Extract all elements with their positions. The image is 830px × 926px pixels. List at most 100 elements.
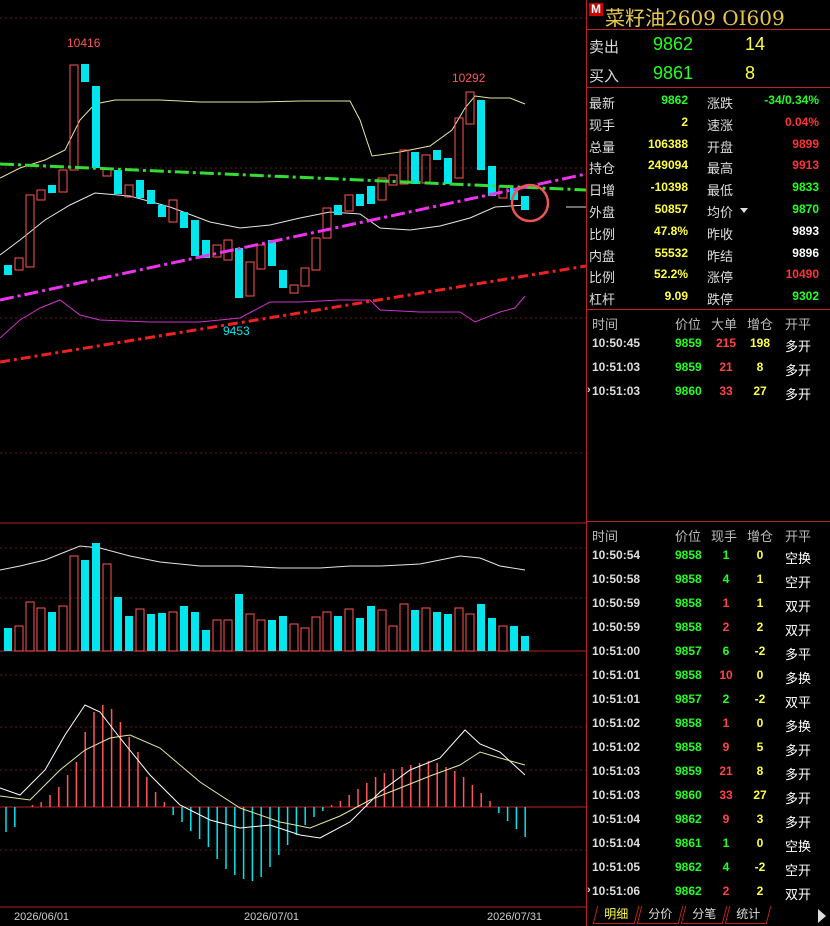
tick-header-cell: 价位 <box>675 529 702 544</box>
quote-value: 52.2% <box>653 267 688 282</box>
tick-cell: 多开 <box>785 363 812 378</box>
ask-label: 卖出 <box>589 39 620 56</box>
bid-row[interactable]: 买入 9861 8 <box>587 59 830 88</box>
quote-label: 速涨 <box>707 117 734 133</box>
kline-chart-area[interactable]: 10416 10292 9453 2026/06/01 2026/07/01 2… <box>0 0 586 926</box>
quote-value: -34/0.34% <box>764 93 819 107</box>
tick-cell: 2 <box>722 884 730 898</box>
quote-label: 现手 <box>589 117 616 133</box>
quote-label: 涨停 <box>707 270 734 286</box>
quote-label: 最新 <box>589 96 616 111</box>
tick-row[interactable]: 10:51:01 9858 10 0 多换 <box>587 664 830 688</box>
quote-value: 2 <box>681 114 688 129</box>
order-book: 卖出 9862 14 买入 9861 8 <box>587 30 830 88</box>
tab-0[interactable]: 明细 <box>592 906 640 924</box>
tick-cell: 多换 <box>785 671 812 686</box>
big-order-ticks[interactable]: 时间 价位 大单 增仓 开平 10:50:45 9859 215 198 多开 10:51:03 98… <box>587 310 830 522</box>
tick-cell: 6 <box>722 644 730 658</box>
boll-mid-line <box>0 192 526 256</box>
tick-details[interactable]: 时间 价位 现手 增仓 开平 10:50:54 9858 1 0 空换 10:50:58 9858 4 1… <box>587 522 830 904</box>
tick-cell: 10:51:00 <box>592 644 641 658</box>
tick-cell: 215 <box>715 336 737 350</box>
trendline-red[interactable] <box>0 264 586 364</box>
quote-value: 9862 <box>661 93 688 107</box>
tick-cell: 10:51:04 <box>592 812 641 826</box>
label-high-2: 10292 <box>452 71 486 85</box>
quote-label: 比例 <box>589 270 616 286</box>
quote-row: 比例 47.8% 昨收 9893 <box>587 221 829 243</box>
tick-row[interactable]: 10:51:01 9857 2 -2 双平 <box>587 688 830 712</box>
tick-header: 时间 价位 大单 增仓 开平 <box>587 310 830 332</box>
ask-row[interactable]: 卖出 9862 14 <box>587 30 830 59</box>
quote-label: 最低 <box>707 183 734 199</box>
tick-cell: 1 <box>756 572 764 586</box>
tick-row[interactable]: 10:50:59 9858 2 2 双开 <box>587 616 830 640</box>
tick-row[interactable]: 10:51:03 9860 33 27 多开 <box>587 784 830 808</box>
tick-row[interactable]: 10:51:04 9861 1 0 空换 <box>587 832 830 856</box>
tick-row[interactable]: 10:51:00 9857 6 -2 多平 <box>587 640 830 664</box>
tick-row[interactable]: 10:51:02 9858 1 0 多换 <box>587 712 830 736</box>
tick-cell: 9857 <box>675 692 702 706</box>
tick-cell: 0 <box>756 836 764 850</box>
ask-price: 9862 <box>653 34 694 54</box>
contract-title[interactable]: 菜籽油2609 OI609 <box>605 2 785 31</box>
tick-header-cell: 增仓 <box>747 317 774 332</box>
tick-cell: 9859 <box>675 360 702 374</box>
tick-row[interactable]: › 10:51:06 9862 2 2 双开 <box>587 880 830 904</box>
tick-cell: 10:51:05 <box>592 860 641 874</box>
tick-cell: 10:51:03 <box>592 360 641 374</box>
tick-cell: 9858 <box>675 596 702 610</box>
highlight-circle <box>510 183 550 223</box>
tick-cell: 2 <box>722 620 730 634</box>
tab-scroll-right-icon[interactable] <box>818 909 826 923</box>
tick-cell: 1 <box>722 836 730 850</box>
quote-stats: 最新 9862 涨跌 -34/0.34% 现手 2 速涨 0.04% 总量 106388 开盘 989… <box>587 88 830 310</box>
tick-row[interactable]: 10:50:54 9858 1 0 空换 <box>587 544 830 568</box>
tick-cell: 10:50:58 <box>592 572 641 586</box>
tick-row[interactable]: 10:50:45 9859 215 198 多开 <box>587 332 830 356</box>
tick-row[interactable]: 10:51:05 9862 4 -2 空开 <box>587 856 830 880</box>
quote-row: 总量 106388 开盘 9899 <box>587 134 829 156</box>
tick-cell: -2 <box>754 860 766 874</box>
tab-1[interactable]: 分价 <box>636 906 684 924</box>
tick-header-cell: 大单 <box>711 317 738 332</box>
quote-label: 杠杆 <box>589 292 616 308</box>
tick-cell: 10:51:03 <box>592 788 641 802</box>
tick-cell: 10:51:04 <box>592 836 641 850</box>
trendline-green[interactable] <box>0 162 586 192</box>
tick-row[interactable]: 10:51:03 9859 21 8 多开 <box>587 760 830 784</box>
caret-down-icon[interactable] <box>740 208 748 213</box>
bid-price: 9861 <box>653 63 694 83</box>
quote-value: 55532 <box>654 245 688 260</box>
tick-cell: 多开 <box>785 791 812 806</box>
tick-cell: 10 <box>719 668 733 682</box>
boll-lower-line <box>0 295 526 339</box>
tick-row[interactable]: › 10:51:03 9860 33 27 多开 <box>587 380 830 404</box>
tick-cell: 多换 <box>785 719 812 734</box>
tick-header-cell: 现手 <box>711 529 738 544</box>
tick-cell: 9862 <box>675 812 702 826</box>
tick-cell: 9860 <box>675 384 702 398</box>
tick-row[interactable]: 10:50:59 9858 1 1 双开 <box>587 592 830 616</box>
tick-row[interactable]: 10:51:04 9862 9 3 多开 <box>587 808 830 832</box>
tick-row[interactable]: 10:51:03 9859 21 8 多开 <box>587 356 830 380</box>
tick-cell: 27 <box>753 384 767 398</box>
date-label-1: 2026/06/01 <box>14 911 69 923</box>
bid-label: 买入 <box>589 68 620 85</box>
tab-3[interactable]: 统计 <box>724 906 772 924</box>
tick-cell: 10:50:59 <box>592 596 641 610</box>
volume-bars <box>4 543 529 652</box>
tick-cell: 空开 <box>785 863 812 878</box>
quote-row: 内盘 55532 昨结 9896 <box>587 243 829 265</box>
tab-2[interactable]: 分笔 <box>680 906 728 924</box>
tick-cell: 多开 <box>785 815 812 830</box>
row-marker-icon: › <box>587 384 591 396</box>
tick-cell: 9862 <box>675 884 702 898</box>
tick-row[interactable]: 10:50:58 9858 4 1 空开 <box>587 568 830 592</box>
tick-cell: 多开 <box>785 743 812 758</box>
tick-cell: 9860 <box>675 788 702 802</box>
tick-row[interactable]: 10:51:02 9858 9 5 多开 <box>587 736 830 760</box>
quote-label: 最高 <box>707 161 734 177</box>
tick-cell: 9857 <box>675 644 702 658</box>
tick-cell: 9 <box>722 740 730 754</box>
